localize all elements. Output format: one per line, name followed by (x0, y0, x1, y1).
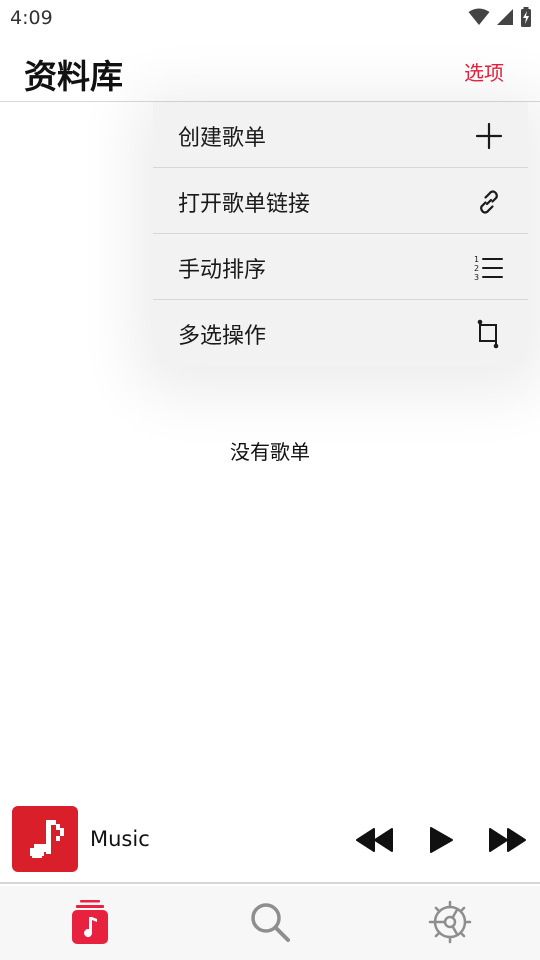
track-title: Music (90, 827, 150, 851)
menu-item-label: 打开歌单链接 (178, 192, 311, 217)
wifi-icon (468, 8, 490, 25)
library-icon[interactable] (68, 900, 112, 944)
page-title: 资料库 (24, 57, 123, 96)
svg-text:2: 2 (474, 264, 479, 273)
options-menu: 创建歌单 打开歌单链接 手动排序 123 多选操作 (153, 102, 528, 366)
options-button[interactable]: 选项 (464, 57, 504, 86)
fast-forward-icon[interactable] (488, 826, 526, 854)
svg-text:1: 1 (474, 255, 479, 264)
svg-text:3: 3 (474, 273, 479, 282)
battery-charging-icon (521, 7, 531, 27)
menu-item-manual-sort[interactable]: 手动排序 123 (153, 234, 528, 300)
status-bar: 4:09 (0, 0, 540, 36)
menu-item-open-playlist-link[interactable]: 打开歌单链接 (153, 168, 528, 234)
search-icon[interactable] (248, 900, 292, 944)
status-time: 4:09 (10, 7, 53, 29)
link-icon (480, 190, 498, 214)
menu-item-create-playlist[interactable]: 创建歌单 (153, 102, 528, 168)
music-note-icon (30, 820, 64, 858)
mini-player[interactable]: Music (0, 796, 540, 884)
signal-icon (497, 9, 513, 25)
rewind-icon[interactable] (356, 826, 394, 854)
menu-item-label: 手动排序 (178, 258, 267, 283)
status-icons (468, 7, 532, 27)
numbered-list-icon: 123 (474, 255, 503, 282)
menu-item-label: 创建歌单 (178, 126, 267, 151)
header: 资料库 选项 (0, 36, 540, 102)
plus-icon (475, 122, 503, 150)
select-crop-icon (477, 319, 499, 349)
menu-item-multi-select[interactable]: 多选操作 (153, 300, 528, 366)
settings-icon[interactable] (428, 900, 472, 944)
menu-item-label: 多选操作 (178, 324, 267, 349)
play-icon[interactable] (428, 826, 454, 854)
empty-playlist-text: 没有歌单 (230, 440, 310, 464)
album-art[interactable] (12, 806, 78, 872)
tab-bar (0, 886, 540, 960)
